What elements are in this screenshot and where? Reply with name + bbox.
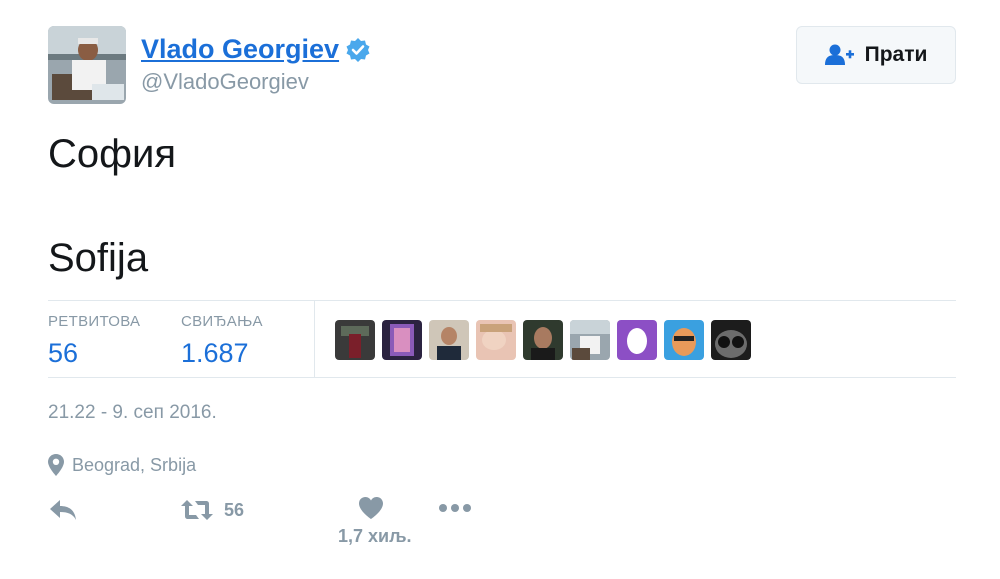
- tweet-text-line-1: София: [48, 132, 177, 176]
- retweet-icon: [181, 500, 213, 520]
- tweet-header: Vlado Georgiev @VladoGeorgiev Прати: [48, 26, 956, 106]
- liker-avatar[interactable]: [523, 320, 563, 360]
- tweet-actions: 56 1,7 хиљ.: [48, 496, 956, 556]
- retweets-stat[interactable]: РЕТВИТОВА 56: [48, 313, 140, 369]
- likes-stat[interactable]: СВИЂАЊА 1.687: [181, 313, 263, 369]
- liker-avatar[interactable]: [335, 320, 375, 360]
- location-text: Beograd, Srbija: [72, 454, 197, 475]
- reply-icon: [50, 500, 76, 520]
- liker-avatar[interactable]: [429, 320, 469, 360]
- tweet-location[interactable]: Beograd, Srbija: [48, 454, 196, 476]
- retweets-label: РЕТВИТОВА: [48, 313, 141, 330]
- heart-icon: [359, 497, 383, 519]
- retweet-count: 56: [224, 499, 245, 520]
- tweet-text-line-2: Sofija: [48, 236, 149, 280]
- retweets-value: 56: [48, 338, 79, 368]
- like-count: 1,7 хиљ.: [338, 526, 412, 546]
- liker-avatar[interactable]: [711, 320, 751, 360]
- add-user-icon: [824, 44, 854, 65]
- user-handle: @VladoGeorgiev: [141, 69, 309, 94]
- more-dots-icon: [439, 504, 471, 512]
- tweet-stats: РЕТВИТОВА 56 СВИЂАЊА 1.687: [48, 300, 956, 378]
- like-button[interactable]: [358, 496, 384, 520]
- display-name-link[interactable]: Vlado Georgiev: [141, 34, 339, 65]
- follow-button-label: Прати: [864, 43, 928, 66]
- follow-button[interactable]: Прати: [796, 26, 956, 84]
- liker-avatar[interactable]: [664, 320, 704, 360]
- liker-avatar[interactable]: [570, 320, 610, 360]
- user-avatar[interactable]: [48, 26, 126, 104]
- user-name-block: Vlado Georgiev @VladoGeorgiev: [141, 34, 371, 95]
- retweet-button[interactable]: 56: [180, 498, 244, 522]
- stats-divider: [314, 301, 315, 377]
- likes-label: СВИЂАЊА: [181, 313, 263, 330]
- verified-badge-icon: [345, 37, 371, 63]
- map-pin-icon: [48, 454, 64, 476]
- liker-avatar[interactable]: [476, 320, 516, 360]
- likes-value: 1.687: [181, 338, 249, 368]
- liker-avatar[interactable]: [617, 320, 657, 360]
- tweet-timestamp[interactable]: 21.22 - 9. сеп 2016.: [48, 402, 217, 424]
- liker-avatar[interactable]: [382, 320, 422, 360]
- reply-button[interactable]: [48, 498, 78, 522]
- liker-avatars: [335, 320, 751, 360]
- more-button[interactable]: [438, 502, 472, 514]
